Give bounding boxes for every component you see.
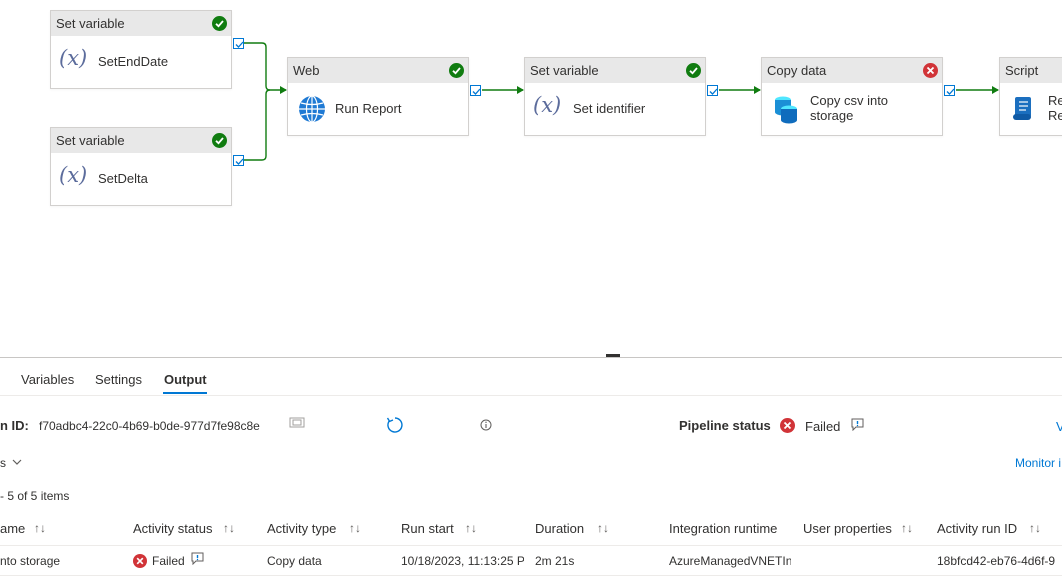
col-header-activity-status[interactable]: Activity status	[133, 521, 212, 536]
activity-name: Run Report	[335, 101, 402, 116]
col-header-duration[interactable]: Duration	[535, 521, 584, 536]
pipeline-canvas[interactable]: Set variable (𝑥) SetEndDate Set variable…	[0, 0, 1062, 357]
activity-type-label: Copy data	[762, 58, 942, 83]
tab-settings[interactable]: Settings	[95, 372, 142, 387]
variable-icon: (𝑥)	[59, 163, 88, 187]
cell-activity-status: Failed	[152, 554, 185, 568]
activity-type-label: Set variable	[51, 11, 231, 36]
tab-variables[interactable]: Variables	[21, 372, 74, 387]
activity-type-label: Set variable	[525, 58, 705, 83]
cell-activity-name: nto storage	[0, 554, 61, 568]
active-tab-indicator	[163, 392, 207, 394]
script-icon	[1013, 97, 1031, 120]
view-link-partial[interactable]: V	[1056, 419, 1062, 434]
activity-node-setenddate[interactable]: Set variable (𝑥) SetEndDate	[50, 10, 232, 89]
refresh-icon[interactable]	[386, 416, 404, 434]
activity-node-setdelta[interactable]: Set variable (𝑥) SetDelta	[50, 127, 232, 206]
activity-node-script[interactable]: Script Re Re	[999, 57, 1062, 136]
col-header-run-start[interactable]: Run start	[401, 521, 454, 536]
run-id-label: n ID:	[0, 418, 29, 433]
monitor-link-partial[interactable]: Monitor i	[1015, 456, 1061, 470]
variable-icon: (𝑥)	[59, 46, 88, 70]
items-count: - 5 of 5 items	[0, 489, 70, 503]
failed-status-icon	[780, 418, 795, 433]
col-header-user-properties[interactable]: User properties	[803, 521, 892, 536]
sort-icon[interactable]: ↑↓	[1029, 521, 1041, 535]
success-output-port[interactable]	[470, 85, 481, 96]
resize-handle[interactable]	[606, 354, 620, 357]
sort-icon[interactable]: ↑↓	[597, 521, 609, 535]
activity-name-line2: Re	[1048, 108, 1062, 123]
activity-type-label: Script	[1000, 58, 1062, 83]
cell-activity-run-id: 18bfcd42-eb76-4d6f-9	[937, 554, 1056, 568]
copy-data-icon	[775, 96, 797, 124]
activity-type-label: Set variable	[51, 128, 231, 153]
cell-integration-runtime: AzureManagedVNETIn	[669, 554, 791, 568]
pipeline-status-label: Pipeline status	[679, 418, 771, 433]
cell-activity-type: Copy data	[267, 554, 322, 568]
col-header-integration-runtime[interactable]: Integration runtime	[669, 521, 777, 536]
success-check-icon	[212, 133, 227, 148]
success-output-port[interactable]	[233, 38, 244, 49]
chevron-down-icon[interactable]	[12, 458, 22, 466]
col-header-name[interactable]: ame	[0, 521, 25, 536]
cell-duration: 2m 21s	[535, 554, 575, 568]
error-x-icon	[923, 63, 938, 78]
sort-icon[interactable]: ↑↓	[223, 521, 235, 535]
success-check-icon	[449, 63, 464, 78]
sort-icon[interactable]: ↑↓	[901, 521, 913, 535]
activity-type-label: Web	[288, 58, 468, 83]
activity-name: SetDelta	[98, 171, 148, 186]
sort-icon[interactable]: ↑↓	[349, 521, 361, 535]
success-output-port[interactable]	[233, 155, 244, 166]
info-icon[interactable]	[480, 419, 492, 431]
pane-divider	[0, 357, 1062, 358]
tab-output[interactable]: Output	[164, 372, 207, 387]
success-output-port[interactable]	[944, 85, 955, 96]
col-header-activity-run-id[interactable]: Activity run ID	[937, 521, 1017, 536]
activity-name-line1: Copy csv into	[810, 93, 889, 108]
activity-name-line2: storage	[810, 108, 854, 123]
header-divider	[0, 545, 1062, 546]
activity-name: SetEndDate	[98, 54, 169, 69]
success-check-icon	[686, 63, 701, 78]
activity-node-copy-csv[interactable]: Copy data Copy csv into storage	[761, 57, 943, 136]
activity-name-line1: Re	[1048, 93, 1062, 108]
pipeline-status-value: Failed	[805, 419, 841, 434]
error-details-icon[interactable]	[191, 552, 204, 565]
tabs-divider	[0, 395, 1062, 396]
activity-node-run-report[interactable]: Web Run Report	[287, 57, 469, 136]
copy-icon[interactable]	[289, 417, 305, 429]
cell-run-start: 10/18/2023, 11:13:25 P	[401, 554, 524, 568]
success-check-icon	[212, 16, 227, 31]
globe-icon	[299, 95, 325, 123]
sort-icon[interactable]: ↑↓	[34, 521, 46, 535]
filter-label-partial[interactable]: s	[0, 456, 6, 470]
activity-node-set-identifier[interactable]: Set variable (𝑥) Set identifier	[524, 57, 706, 136]
activity-name: Set identifier	[573, 101, 646, 116]
error-details-icon[interactable]	[851, 418, 864, 431]
col-header-activity-type[interactable]: Activity type	[267, 521, 336, 536]
variable-icon: (𝑥)	[533, 93, 562, 117]
run-id-value: f70adbc4-22c0-4b69-b0de-977d7fe98c8e	[39, 419, 260, 433]
success-output-port[interactable]	[707, 85, 718, 96]
failed-status-icon	[133, 554, 147, 568]
sort-icon[interactable]: ↑↓	[465, 521, 477, 535]
